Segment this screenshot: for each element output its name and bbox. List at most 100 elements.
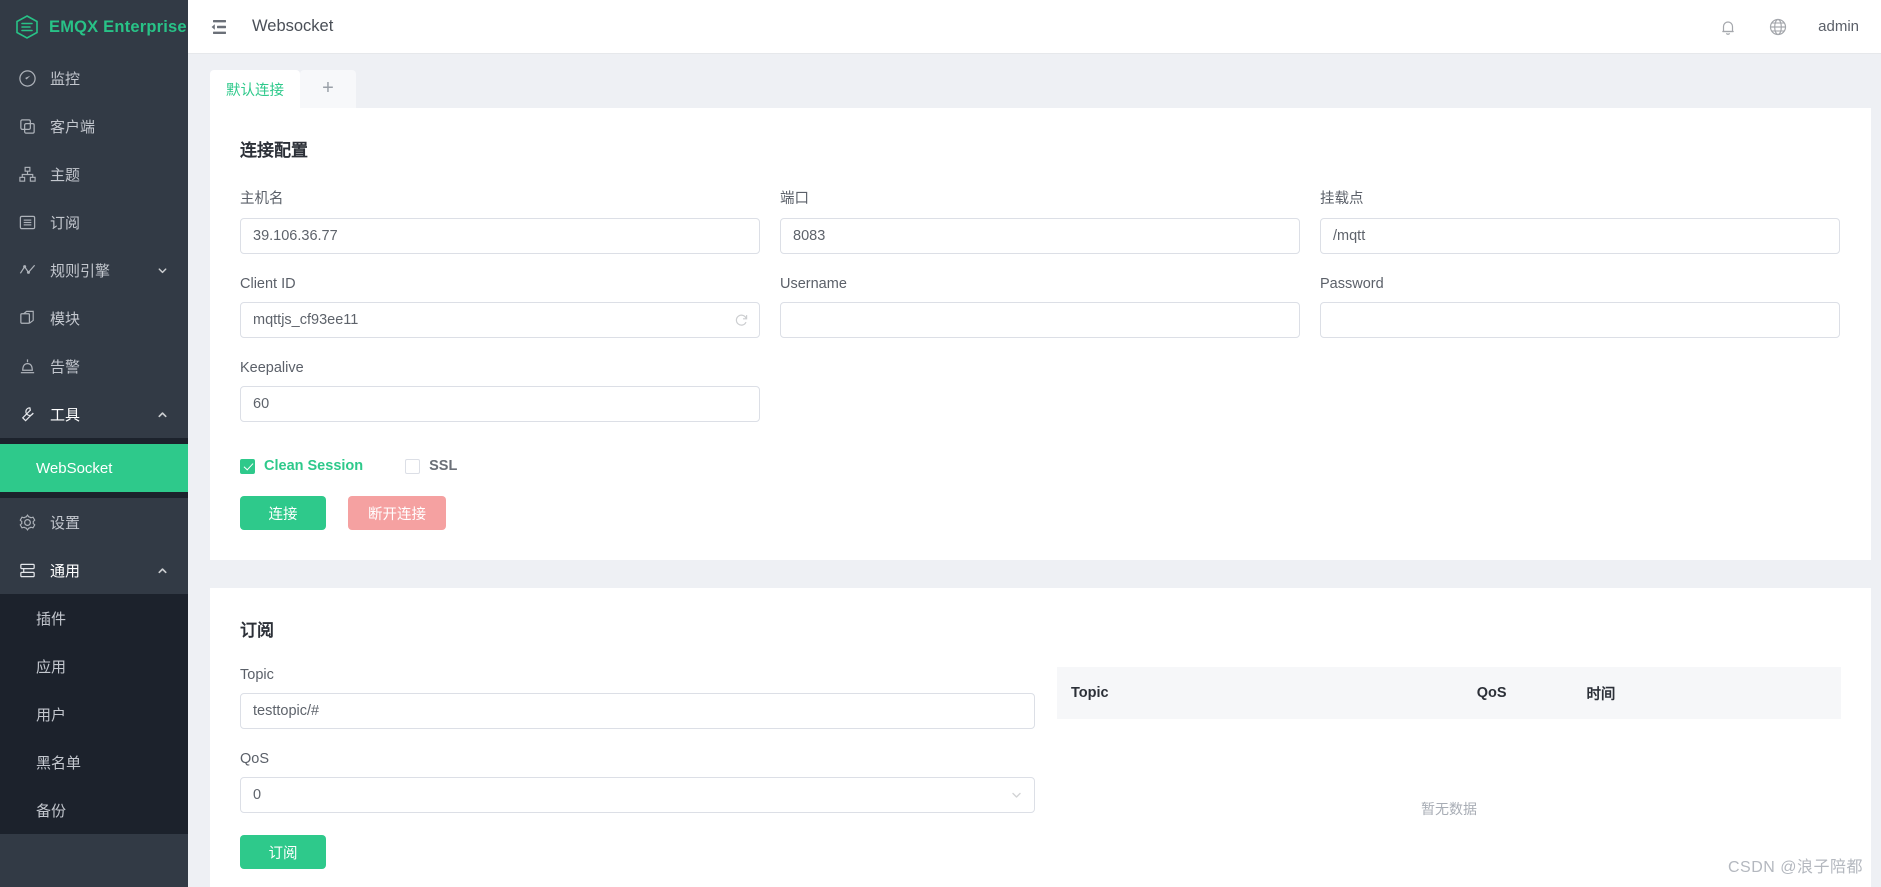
sidebar-subitem-label: 黑名单 [36, 754, 82, 772]
sidebar-item-websocket[interactable]: WebSocket [0, 444, 188, 492]
subscription-table-wrap: Topic QoS 时间 暂无数据 [1057, 667, 1841, 887]
sidebar-item-subscriptions[interactable]: 订阅 [0, 198, 188, 246]
sidebar-item-modules[interactable]: 模块 [0, 294, 188, 342]
modules-icon [18, 309, 37, 328]
sidebar-item-label: 监控 [50, 70, 81, 88]
topbar: Websocket admin [188, 0, 1881, 54]
sidebar-item-general[interactable]: 通用 [0, 546, 188, 594]
subscribe-title: 订阅 [240, 621, 274, 640]
sidebar-item-monitor[interactable]: 监控 [0, 54, 188, 102]
keepalive-field-group: Keepalive [240, 360, 760, 422]
sidebar-item-plugins[interactable]: 插件 [0, 594, 188, 642]
sidebar-item-topics[interactable]: 主题 [0, 150, 188, 198]
qos-label: QoS [240, 751, 270, 767]
client-id-input[interactable] [240, 302, 760, 338]
ssl-label: SSL [429, 458, 458, 474]
sidebar-item-alarm[interactable]: 告警 [0, 342, 188, 390]
sidebar-item-settings[interactable]: 设置 [0, 498, 188, 546]
chevron-up-icon [157, 409, 168, 420]
checkbox-box [405, 458, 421, 474]
dashboard-icon [18, 69, 37, 88]
plus-icon: + [322, 76, 334, 99]
sidebar-item-label: 规则引擎 [50, 262, 111, 280]
sidebar-item-rule-engine[interactable]: 规则引擎 [0, 246, 188, 294]
menu-fold-icon[interactable] [208, 16, 230, 38]
password-field-group: Password [1320, 276, 1840, 338]
disconnect-button[interactable]: 断开连接 [348, 496, 446, 530]
content-area: 默认连接 + 连接配置 主机名 端口 [188, 54, 1881, 887]
topic-input[interactable] [240, 693, 1035, 729]
mountpoint-field-group: 挂载点 [1320, 187, 1840, 254]
table-head: Topic QoS 时间 [1057, 667, 1841, 719]
subscribe-button[interactable]: 订阅 [240, 835, 326, 869]
emqx-hexagon-logo-icon [14, 14, 40, 40]
mountpoint-label: 挂载点 [1320, 191, 1364, 207]
checkbox-box [240, 458, 255, 474]
ssl-checkbox[interactable]: SSL [405, 458, 457, 474]
subscribe-form: Topic QoS [240, 667, 1035, 887]
topics-icon [18, 165, 37, 184]
clean-session-checkbox[interactable]: Clean Session [240, 458, 363, 474]
sidebar-item-backup[interactable]: 备份 [0, 786, 188, 834]
app-root: EMQX Enterprise 监控 客户端 主题 订阅 规则引擎 模块 告警 … [0, 0, 1881, 887]
sidebar-item-applications[interactable]: 应用 [0, 642, 188, 690]
sidebar-item-clients[interactable]: 客户端 [0, 102, 188, 150]
sidebar-item-label: 订阅 [50, 214, 81, 232]
connection-row-3: Keepalive [240, 360, 1841, 444]
username-input[interactable] [780, 302, 1300, 338]
clients-icon [18, 117, 37, 136]
page-title: Websocket [252, 17, 334, 35]
sidebar-subitem-label: 用户 [36, 706, 67, 724]
sidebar-item-label: 工具 [50, 406, 81, 424]
keepalive-input[interactable] [240, 386, 760, 422]
table-empty-state: 暂无数据 [1057, 719, 1841, 887]
chevron-up-icon [157, 565, 168, 576]
connection-config-card: 连接配置 主机名 端口 挂载点 [210, 108, 1871, 560]
port-input[interactable] [780, 218, 1300, 254]
tab-default-connection[interactable]: 默认连接 [210, 70, 300, 108]
gear-icon [18, 513, 37, 532]
topic-label: Topic [240, 667, 274, 683]
bell-icon[interactable] [1718, 17, 1738, 37]
subscription-table: Topic QoS 时间 [1057, 667, 1841, 719]
sidebar: EMQX Enterprise 监控 客户端 主题 订阅 规则引擎 模块 告警 … [0, 0, 188, 887]
add-tab-button[interactable]: + [300, 70, 356, 108]
main-area: Websocket admin 默认连接 + 连接配置 主机名 39.106.3… [188, 0, 1881, 887]
chevron-down-icon [157, 265, 168, 276]
subscribe-card: 订阅 Topic QoS [210, 588, 1871, 887]
globe-icon[interactable] [1768, 17, 1788, 37]
connect-button[interactable]: 连接 [240, 496, 326, 530]
sidebar-item-users[interactable]: 用户 [0, 690, 188, 738]
sidebar-item-tools[interactable]: 工具 [0, 390, 188, 438]
sidebar-subitem-label: 应用 [36, 658, 67, 676]
sidebar-item-label: 设置 [50, 514, 81, 532]
sidebar-item-blacklist[interactable]: 黑名单 [0, 738, 188, 786]
subscriptions-icon [18, 213, 37, 232]
spacer-col-2 [1320, 360, 1840, 422]
sidebar-subitem-label: 插件 [36, 610, 67, 628]
mountpoint-input[interactable] [1320, 218, 1840, 254]
connection-row-2: Client ID Username [240, 276, 1841, 360]
password-input[interactable] [1320, 302, 1840, 338]
connection-config-title: 连接配置 [240, 141, 308, 160]
sidebar-nav: 监控 客户端 主题 订阅 规则引擎 模块 告警 工具 WebSocket 设置 … [0, 54, 188, 887]
user-menu[interactable]: admin [1818, 18, 1859, 35]
qos-select[interactable] [240, 777, 1035, 813]
clean-session-label: Clean Session [264, 458, 364, 474]
tools-icon [18, 405, 37, 424]
brand[interactable]: EMQX Enterprise [0, 0, 188, 54]
column-header-topic: Topic [1057, 667, 1465, 719]
subscribe-grid: Topic QoS [240, 667, 1841, 887]
submenu-general: 插件 应用 用户 黑名单 备份 [0, 594, 188, 834]
host-input[interactable] [240, 218, 760, 254]
column-header-time: 时间 [1574, 667, 1841, 719]
submenu-tools: WebSocket [0, 444, 188, 492]
column-header-qos: QoS [1464, 667, 1575, 719]
username-label: Username [780, 276, 847, 292]
topic-field-group: Topic [240, 667, 1035, 729]
topbar-right: admin [1718, 17, 1859, 37]
refresh-icon[interactable] [734, 313, 749, 328]
rule-engine-icon [18, 261, 37, 280]
sidebar-item-label: 客户端 [50, 118, 96, 136]
sidebar-subitem-label: 备份 [36, 802, 67, 820]
